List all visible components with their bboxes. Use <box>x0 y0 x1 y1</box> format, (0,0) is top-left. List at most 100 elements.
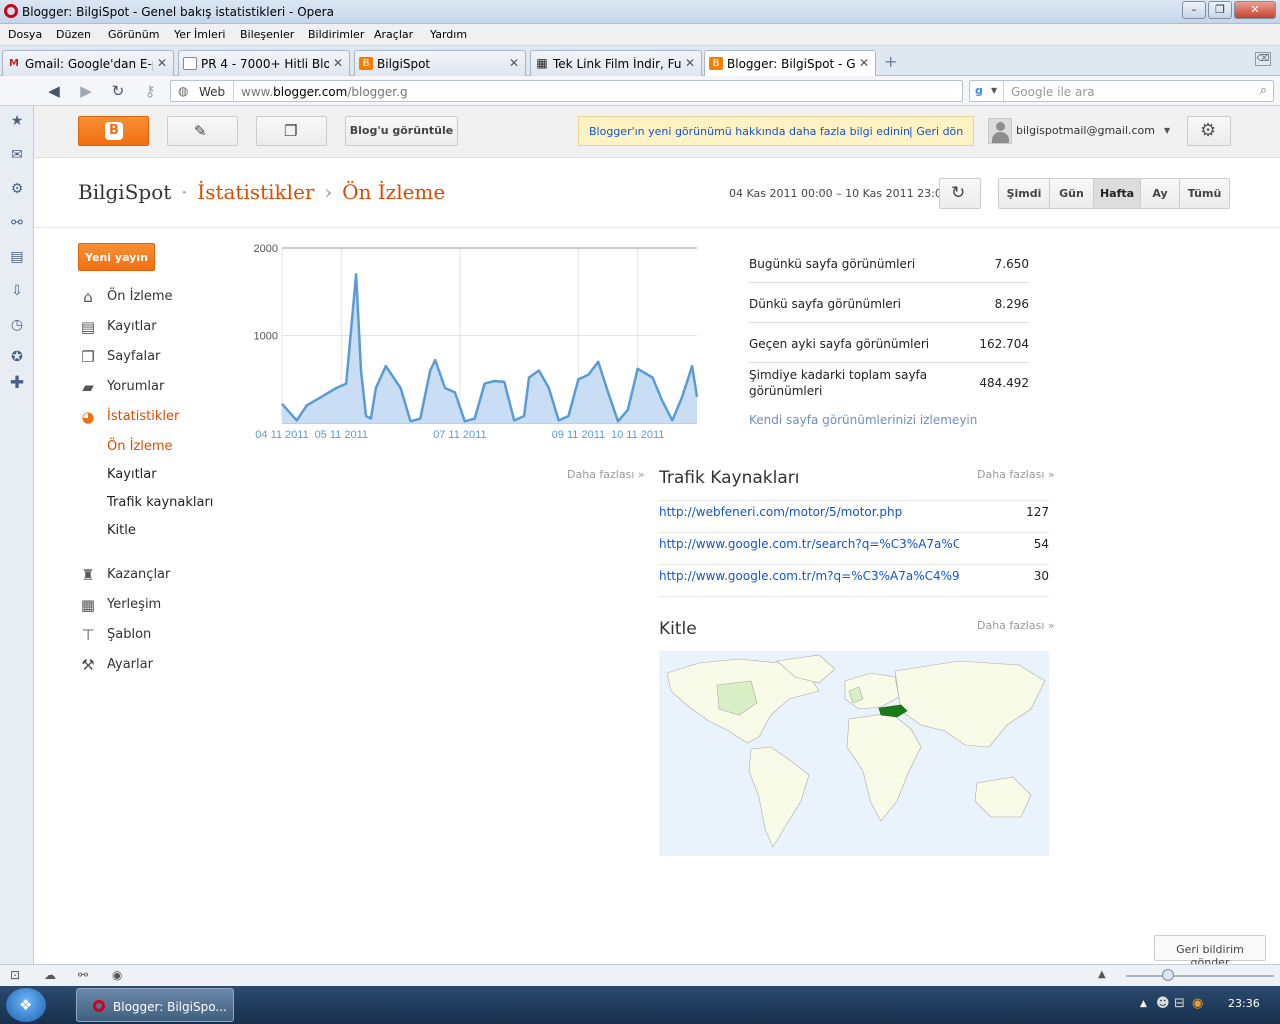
bookmarks-panel-icon[interactable]: ★ <box>8 112 26 130</box>
close-tab-icon[interactable]: ✕ <box>685 56 695 70</box>
downloads-panel-icon[interactable]: ⇩ <box>8 282 26 300</box>
wrench-icon: ⚒ <box>81 656 95 674</box>
close-tab-icon[interactable]: ✕ <box>157 56 167 70</box>
web-label: Web <box>199 85 226 99</box>
google-engine-icon[interactable]: g <box>975 84 989 98</box>
menu-bookmarks[interactable]: Yer İmleri <box>174 28 225 41</box>
blogger-logo-icon: B <box>105 122 123 140</box>
menu-edit[interactable]: Düzen <box>56 28 91 41</box>
url-field[interactable]: ◍ Web www.blogger.com/blogger.g <box>170 80 963 102</box>
unite-panel-icon[interactable]: ⚯ <box>8 214 26 232</box>
unite-icon[interactable]: ⚯ <box>78 968 88 982</box>
close-tab-icon[interactable]: ✕ <box>859 56 869 70</box>
range-selector: Şimdi Gün Hafta Ay Tümü <box>998 178 1230 209</box>
nav-sub-posts[interactable]: Kayıtlar <box>107 467 157 482</box>
minimize-button[interactable]: – <box>1182 1 1206 19</box>
zoom-slider[interactable] <box>1126 975 1274 977</box>
tab-bilgispot[interactable]: B BilgiSpot ✕ <box>354 50 526 76</box>
dont-track-link[interactable]: Kendi sayfa görünümlerinizi izlemeyin <box>749 413 977 427</box>
history-panel-icon[interactable]: ◷ <box>8 316 26 334</box>
trophy-icon: ♜ <box>81 566 95 584</box>
back-icon[interactable]: ◀ <box>44 82 64 100</box>
reload-icon[interactable]: ↻ <box>108 82 128 100</box>
nav-label: İstatistikler <box>107 409 180 424</box>
traffic-url-link[interactable]: http://webfeneri.com/motor/5/motor.php <box>659 505 959 519</box>
range-all[interactable]: Tümü <box>1180 179 1229 208</box>
traffic-more-link[interactable]: Daha fazlası » <box>977 468 1055 481</box>
taskbar-opera-button[interactable]: Blogger: BilgiSpo... <box>76 988 234 1022</box>
x-tick-label: 04 11 2011 <box>255 429 308 441</box>
posts-list-button[interactable]: ❐ <box>256 116 327 146</box>
pencil-icon: ✎ <box>194 122 207 140</box>
tray-app-icon[interactable]: ◉ <box>1192 996 1203 1011</box>
wand-key-icon[interactable]: ⚷ <box>140 82 160 100</box>
traffic-url-link[interactable]: http://www.google.com.tr/search?q=%C3%A7… <box>659 537 959 551</box>
new-tab-icon[interactable]: + <box>884 52 897 71</box>
menu-feeds[interactable]: Bildirimler <box>308 28 364 41</box>
close-window-button[interactable]: ✕ <box>1234 1 1276 19</box>
breadcrumb-stats[interactable]: İstatistikler <box>197 180 314 204</box>
turbo-icon[interactable]: ◉ <box>112 968 122 982</box>
blogger-home-button[interactable]: B <box>78 116 149 146</box>
tab-blogger-stats[interactable]: B Blogger: BilgiSpot - Ge... ✕ <box>704 50 876 77</box>
range-week[interactable]: Hafta <box>1094 179 1141 208</box>
feedback-button[interactable]: Geri bildirim gönder <box>1154 935 1266 969</box>
close-tab-icon[interactable]: ✕ <box>509 56 519 70</box>
trash-tabs-icon[interactable]: ⌫ <box>1255 52 1271 66</box>
start-button[interactable]: ❖ <box>6 988 46 1022</box>
audience-more-link[interactable]: Daha fazlası » <box>977 619 1055 632</box>
nav-label: Kazançlar <box>107 567 171 582</box>
close-tab-icon[interactable]: ✕ <box>333 56 343 70</box>
view-blog-button[interactable]: Blog'u görüntüle <box>345 116 458 146</box>
refresh-button[interactable]: ↻ <box>939 178 981 209</box>
cloud-icon[interactable]: ☁ <box>44 968 56 982</box>
chevron-down-icon[interactable]: ▼ <box>991 86 997 95</box>
avatar[interactable] <box>988 118 1012 144</box>
new-post-button[interactable]: ✎ <box>167 116 238 146</box>
new-look-link[interactable]: Blogger'ın yeni görünümü hakkında daha f… <box>589 125 910 138</box>
range-month[interactable]: Ay <box>1141 179 1180 208</box>
maximize-button[interactable]: ❐ <box>1208 1 1232 19</box>
menu-help[interactable]: Yardım <box>430 28 467 41</box>
tab-gmail[interactable]: M Gmail: Google'dan E-p... ✕ <box>2 50 174 76</box>
home-icon: ⌂ <box>83 288 93 306</box>
links-panel-icon[interactable]: ✪ <box>8 348 26 366</box>
notes-panel-icon[interactable]: ▤ <box>8 248 26 266</box>
settings-button[interactable]: ⚙ <box>1187 116 1231 146</box>
documents-icon: ❐ <box>284 122 298 140</box>
account-email[interactable]: bilgispotmail@gmail.com <box>1016 124 1155 137</box>
traffic-url-link[interactable]: http://www.google.com.tr/m?q=%C3%A7a%C4%… <box>659 569 959 583</box>
nav-sub-overview[interactable]: Ön İzleme <box>107 439 173 454</box>
tab-pr4[interactable]: PR 4 - 7000+ Hitli Blog... ✕ <box>178 50 350 76</box>
tab-bar: M Gmail: Google'dan E-p... ✕ PR 4 - 7000… <box>0 46 1280 77</box>
account-chevron-down-icon[interactable]: ▼ <box>1164 126 1170 135</box>
chart-more-link[interactable]: Daha fazlası » <box>567 468 645 481</box>
range-day[interactable]: Gün <box>1050 179 1094 208</box>
menu-file[interactable]: Dosya <box>8 28 42 41</box>
menu-view[interactable]: Görünüm <box>108 28 159 41</box>
gmail-icon: M <box>9 58 19 69</box>
zoom-menu-icon[interactable]: ▲ <box>1098 969 1106 980</box>
search-icon[interactable]: ⌕ <box>1260 83 1267 98</box>
tray-expand-icon[interactable]: ▲ <box>1140 999 1147 1009</box>
user-tray-icon[interactable]: ☻ <box>1156 996 1170 1011</box>
nav-label: Ayarlar <box>107 657 153 672</box>
widgets-panel-icon[interactable]: ⚙ <box>8 180 26 198</box>
mail-panel-icon[interactable]: ✉ <box>8 146 26 164</box>
menu-tools[interactable]: Araçlar <box>374 28 413 41</box>
zoom-slider-handle[interactable] <box>1162 969 1174 981</box>
search-field[interactable]: g ▼ Google ile ara ⌕ <box>969 80 1274 102</box>
menu-widgets[interactable]: Bileşenler <box>240 28 294 41</box>
panel-toggle-icon[interactable]: ⊡ <box>10 968 20 982</box>
go-back-link[interactable]: | Geri dön <box>909 125 963 138</box>
nav-sub-audience[interactable]: Kitle <box>107 523 136 538</box>
new-post-cta-button[interactable]: Yeni yayın <box>78 243 155 271</box>
url-divider <box>233 81 234 101</box>
blog-name[interactable]: BilgiSpot <box>78 180 171 204</box>
range-now[interactable]: Şimdi <box>999 179 1050 208</box>
nav-sub-traffic[interactable]: Trafik kaynakları <box>107 495 213 510</box>
network-icon[interactable]: ⊟ <box>1174 996 1185 1011</box>
tab-film[interactable]: ▦ Tek Link Film İndir, Full... ✕ <box>530 50 702 76</box>
forward-icon[interactable]: ▶ <box>76 82 96 100</box>
add-panel-icon[interactable]: ✚ <box>8 374 26 392</box>
